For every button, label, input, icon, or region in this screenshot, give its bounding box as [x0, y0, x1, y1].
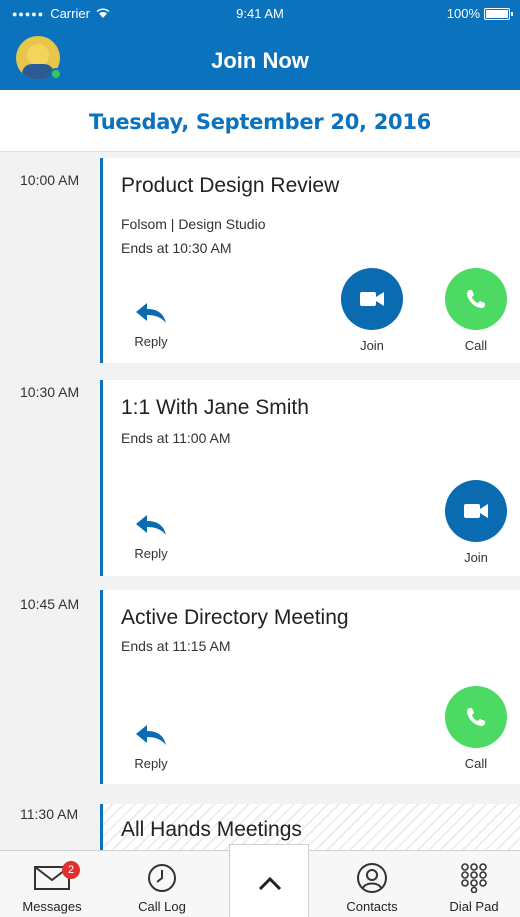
battery-percent: 100%: [446, 6, 480, 21]
meeting-card[interactable]: 1:1 With Jane Smith Ends at 11:00 AM Rep…: [100, 380, 520, 576]
join-button[interactable]: Join: [436, 480, 516, 565]
call-label: Call: [464, 756, 488, 771]
tab-call-log[interactable]: Call Log: [110, 851, 214, 917]
meeting-time: 11:30 AM: [20, 806, 79, 822]
app-header: ●●●●● Carrier 9:41 AM 100% Join Now: [0, 0, 520, 90]
chevron-up-icon: [258, 876, 282, 891]
tab-messages[interactable]: 2 Messages: [0, 851, 104, 917]
tab-contacts-label: Contacts: [346, 899, 398, 914]
meeting-time: 10:45 AM: [20, 596, 80, 612]
meeting-title: All Hands Meetings: [121, 818, 302, 841]
meeting-title: Product Design Review: [121, 174, 340, 197]
video-camera-icon: [445, 480, 507, 542]
meeting-time: 10:00 AM: [20, 172, 80, 188]
meeting-location: Folsom | Design Studio: [121, 216, 266, 232]
expand-button[interactable]: [229, 844, 309, 917]
reply-button[interactable]: Reply: [111, 510, 191, 561]
tab-dial-pad-label: Dial Pad: [449, 899, 499, 914]
envelope-icon: [0, 861, 104, 895]
reply-label: Reply: [134, 756, 168, 771]
meeting-end-time: Ends at 11:00 AM: [121, 430, 231, 446]
call-button[interactable]: Call: [436, 268, 516, 353]
meeting-card[interactable]: Active Directory Meeting Ends at 11:15 A…: [100, 590, 520, 784]
video-camera-icon: [341, 268, 403, 330]
messages-badge: 2: [62, 861, 80, 879]
reply-button[interactable]: Reply: [111, 720, 191, 771]
status-bar: ●●●●● Carrier 9:41 AM 100%: [0, 4, 520, 26]
reply-label: Reply: [134, 334, 168, 349]
tab-messages-label: Messages: [22, 899, 82, 914]
tab-call-log-label: Call Log: [138, 899, 186, 914]
battery-icon: [484, 7, 513, 20]
meeting-time: 10:30 AM: [20, 384, 80, 400]
reply-icon: [131, 298, 171, 328]
reply-label: Reply: [134, 546, 168, 561]
page-title: Join Now: [211, 48, 309, 73]
contact-icon: [320, 861, 424, 895]
meeting-card[interactable]: All Hands Meetings: [100, 804, 520, 850]
reply-icon: [131, 510, 171, 540]
phone-icon: [445, 268, 507, 330]
meeting-title: 1:1 With Jane Smith: [121, 396, 309, 419]
meeting-card[interactable]: Product Design Review Folsom | Design St…: [100, 158, 520, 363]
call-label: Call: [464, 338, 488, 353]
join-label: Join: [360, 338, 384, 353]
reply-icon: [131, 720, 171, 750]
status-time: 9:41 AM: [236, 6, 284, 21]
keypad-icon: [422, 861, 520, 895]
tab-contacts[interactable]: Contacts: [320, 851, 424, 917]
date-label: Tuesday, September 20, 2016: [89, 110, 431, 134]
join-label: Join: [464, 550, 488, 565]
meeting-end-time: Ends at 10:30 AM: [121, 240, 232, 256]
meeting-title: Active Directory Meeting: [121, 606, 349, 629]
phone-icon: [445, 686, 507, 748]
tab-dial-pad[interactable]: Dial Pad: [422, 851, 520, 917]
reply-button[interactable]: Reply: [111, 298, 191, 349]
join-button[interactable]: Join: [332, 268, 412, 353]
battery-indicator: 100%: [446, 6, 513, 21]
call-button[interactable]: Call: [436, 686, 516, 771]
meeting-end-time: Ends at 11:15 AM: [121, 638, 231, 654]
date-header: Tuesday, September 20, 2016: [0, 90, 520, 152]
clock-icon: [110, 861, 214, 895]
